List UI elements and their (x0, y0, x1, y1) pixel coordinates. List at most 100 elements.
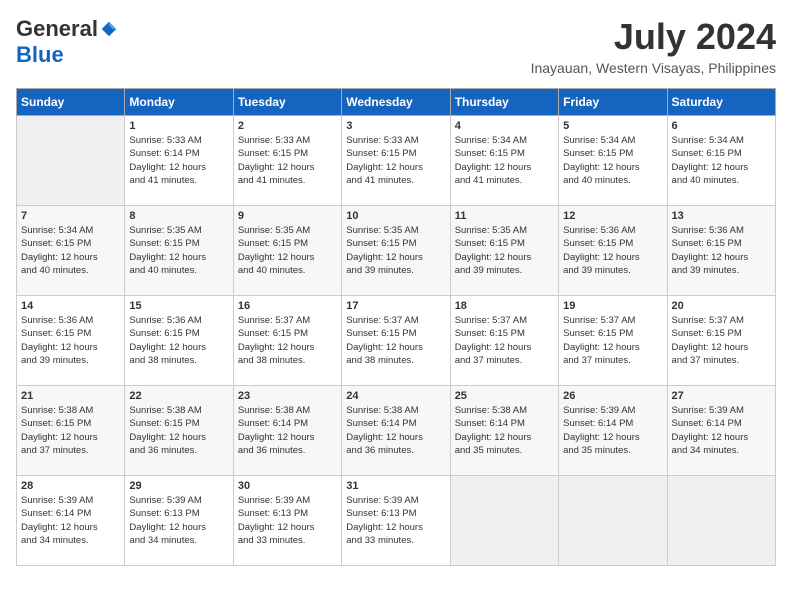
day-number: 3 (346, 120, 445, 132)
calendar-cell (450, 476, 558, 566)
day-info: Sunrise: 5:33 AM Sunset: 6:15 PM Dayligh… (346, 134, 445, 187)
day-number: 9 (238, 210, 337, 222)
day-number: 20 (672, 300, 771, 312)
day-info: Sunrise: 5:37 AM Sunset: 6:15 PM Dayligh… (563, 314, 662, 367)
logo-general-text: General (16, 16, 98, 42)
day-info: Sunrise: 5:37 AM Sunset: 6:15 PM Dayligh… (238, 314, 337, 367)
calendar-cell: 8 Sunrise: 5:35 AM Sunset: 6:15 PM Daylig… (125, 206, 233, 296)
day-number: 16 (238, 300, 337, 312)
logo-icon (100, 20, 118, 38)
calendar-cell: 23Sunrise: 5:38 AM Sunset: 6:14 PM Dayli… (233, 386, 341, 476)
calendar-cell: 2 Sunrise: 5:33 AM Sunset: 6:15 PM Daylig… (233, 116, 341, 206)
header-day-saturday: Saturday (667, 89, 775, 116)
calendar-cell (17, 116, 125, 206)
header-day-sunday: Sunday (17, 89, 125, 116)
calendar-cell: 17 Sunrise: 5:37 AM Sunset: 6:15 PM Dayli… (342, 296, 450, 386)
calendar-cell: 31 Sunrise: 5:39 AM Sunset: 6:13 PM Dayli… (342, 476, 450, 566)
header-day-thursday: Thursday (450, 89, 558, 116)
day-number: 5 (563, 120, 662, 132)
week-row-3: 14 Sunrise: 5:36 AM Sunset: 6:15 PM Dayli… (17, 296, 776, 386)
day-info: Sunrise: 5:35 AM Sunset: 6:15 PM Dayligh… (346, 224, 445, 277)
day-info: Sunrise: 5:38 AM Sunset: 6:15 PM Dayligh… (129, 404, 228, 457)
month-title: July 2024 (531, 16, 776, 58)
day-number: 14 (21, 300, 120, 312)
week-row-4: 21 Sunrise: 5:38 AM Sunset: 6:15 PM Dayli… (17, 386, 776, 476)
day-info: Sunrise: 5:36 AM Sunset: 6:15 PM Dayligh… (563, 224, 662, 277)
calendar-cell: 29 Sunrise: 5:39 AM Sunset: 6:13 PM Dayli… (125, 476, 233, 566)
day-info: Sunrise: 5:33 AM Sunset: 6:14 PM Dayligh… (129, 134, 228, 187)
header-day-monday: Monday (125, 89, 233, 116)
week-row-1: 1 Sunrise: 5:33 AM Sunset: 6:14 PM Daylig… (17, 116, 776, 206)
title-area: July 2024 Inayauan, Western Visayas, Phi… (531, 16, 776, 76)
day-info: Sunrise: 5:34 AM Sunset: 6:15 PM Dayligh… (21, 224, 120, 277)
header-day-friday: Friday (559, 89, 667, 116)
day-info: Sunrise: 5:34 AM Sunset: 6:15 PM Dayligh… (455, 134, 554, 187)
day-info: Sunrise: 5:36 AM Sunset: 6:15 PM Dayligh… (21, 314, 120, 367)
location-title: Inayauan, Western Visayas, Philippines (531, 60, 776, 76)
day-number: 29 (129, 480, 228, 492)
day-number: 22 (129, 390, 228, 402)
calendar-cell: 26Sunrise: 5:39 AM Sunset: 6:14 PM Dayli… (559, 386, 667, 476)
calendar-cell: 4Sunrise: 5:34 AM Sunset: 6:15 PM Daylig… (450, 116, 558, 206)
day-info: Sunrise: 5:34 AM Sunset: 6:15 PM Dayligh… (672, 134, 771, 187)
day-info: Sunrise: 5:35 AM Sunset: 6:15 PM Dayligh… (238, 224, 337, 277)
day-number: 17 (346, 300, 445, 312)
day-number: 30 (238, 480, 337, 492)
day-info: Sunrise: 5:38 AM Sunset: 6:14 PM Dayligh… (346, 404, 445, 457)
calendar-cell: 10 Sunrise: 5:35 AM Sunset: 6:15 PM Dayli… (342, 206, 450, 296)
day-number: 31 (346, 480, 445, 492)
day-number: 24 (346, 390, 445, 402)
calendar-header-row: SundayMondayTuesdayWednesdayThursdayFrid… (17, 89, 776, 116)
day-info: Sunrise: 5:37 AM Sunset: 6:15 PM Dayligh… (346, 314, 445, 367)
calendar-cell: 27 Sunrise: 5:39 AM Sunset: 6:14 PM Dayli… (667, 386, 775, 476)
calendar-cell: 22 Sunrise: 5:38 AM Sunset: 6:15 PM Dayli… (125, 386, 233, 476)
calendar-cell: 6 Sunrise: 5:34 AM Sunset: 6:15 PM Daylig… (667, 116, 775, 206)
day-number: 27 (672, 390, 771, 402)
day-info: Sunrise: 5:39 AM Sunset: 6:14 PM Dayligh… (21, 494, 120, 547)
day-number: 13 (672, 210, 771, 222)
calendar-cell: 13 Sunrise: 5:36 AM Sunset: 6:15 PM Dayli… (667, 206, 775, 296)
day-number: 10 (346, 210, 445, 222)
day-info: Sunrise: 5:39 AM Sunset: 6:14 PM Dayligh… (672, 404, 771, 457)
page-header: General Blue July 2024 Inayauan, Western… (16, 16, 776, 76)
day-number: 23 (238, 390, 337, 402)
day-number: 28 (21, 480, 120, 492)
day-number: 8 (129, 210, 228, 222)
day-info: Sunrise: 5:37 AM Sunset: 6:15 PM Dayligh… (672, 314, 771, 367)
calendar-cell (667, 476, 775, 566)
logo: General Blue (16, 16, 118, 68)
calendar-cell: 30 Sunrise: 5:39 AM Sunset: 6:13 PM Dayli… (233, 476, 341, 566)
day-number: 18 (455, 300, 554, 312)
day-info: Sunrise: 5:35 AM Sunset: 6:15 PM Dayligh… (129, 224, 228, 277)
calendar-cell: 3 Sunrise: 5:33 AM Sunset: 6:15 PM Daylig… (342, 116, 450, 206)
day-number: 1 (129, 120, 228, 132)
calendar-cell: 15Sunrise: 5:36 AM Sunset: 6:15 PM Dayli… (125, 296, 233, 386)
calendar-cell: 24 Sunrise: 5:38 AM Sunset: 6:14 PM Dayli… (342, 386, 450, 476)
day-info: Sunrise: 5:39 AM Sunset: 6:13 PM Dayligh… (129, 494, 228, 547)
day-number: 25 (455, 390, 554, 402)
calendar-cell: 9 Sunrise: 5:35 AM Sunset: 6:15 PM Daylig… (233, 206, 341, 296)
day-number: 6 (672, 120, 771, 132)
day-info: Sunrise: 5:35 AM Sunset: 6:15 PM Dayligh… (455, 224, 554, 277)
day-info: Sunrise: 5:33 AM Sunset: 6:15 PM Dayligh… (238, 134, 337, 187)
day-info: Sunrise: 5:39 AM Sunset: 6:13 PM Dayligh… (238, 494, 337, 547)
day-number: 2 (238, 120, 337, 132)
day-info: Sunrise: 5:38 AM Sunset: 6:15 PM Dayligh… (21, 404, 120, 457)
calendar-cell: 5Sunrise: 5:34 AM Sunset: 6:15 PM Daylig… (559, 116, 667, 206)
day-number: 26 (563, 390, 662, 402)
calendar-cell: 25Sunrise: 5:38 AM Sunset: 6:14 PM Dayli… (450, 386, 558, 476)
header-day-wednesday: Wednesday (342, 89, 450, 116)
day-info: Sunrise: 5:36 AM Sunset: 6:15 PM Dayligh… (672, 224, 771, 277)
day-info: Sunrise: 5:36 AM Sunset: 6:15 PM Dayligh… (129, 314, 228, 367)
calendar-cell: 1 Sunrise: 5:33 AM Sunset: 6:14 PM Daylig… (125, 116, 233, 206)
day-number: 11 (455, 210, 554, 222)
calendar-cell: 28 Sunrise: 5:39 AM Sunset: 6:14 PM Dayli… (17, 476, 125, 566)
calendar-cell: 19 Sunrise: 5:37 AM Sunset: 6:15 PM Dayli… (559, 296, 667, 386)
day-number: 19 (563, 300, 662, 312)
day-number: 12 (563, 210, 662, 222)
week-row-5: 28 Sunrise: 5:39 AM Sunset: 6:14 PM Dayli… (17, 476, 776, 566)
calendar-cell: 14 Sunrise: 5:36 AM Sunset: 6:15 PM Dayli… (17, 296, 125, 386)
day-number: 21 (21, 390, 120, 402)
day-info: Sunrise: 5:39 AM Sunset: 6:13 PM Dayligh… (346, 494, 445, 547)
logo-blue-text: Blue (16, 42, 64, 67)
